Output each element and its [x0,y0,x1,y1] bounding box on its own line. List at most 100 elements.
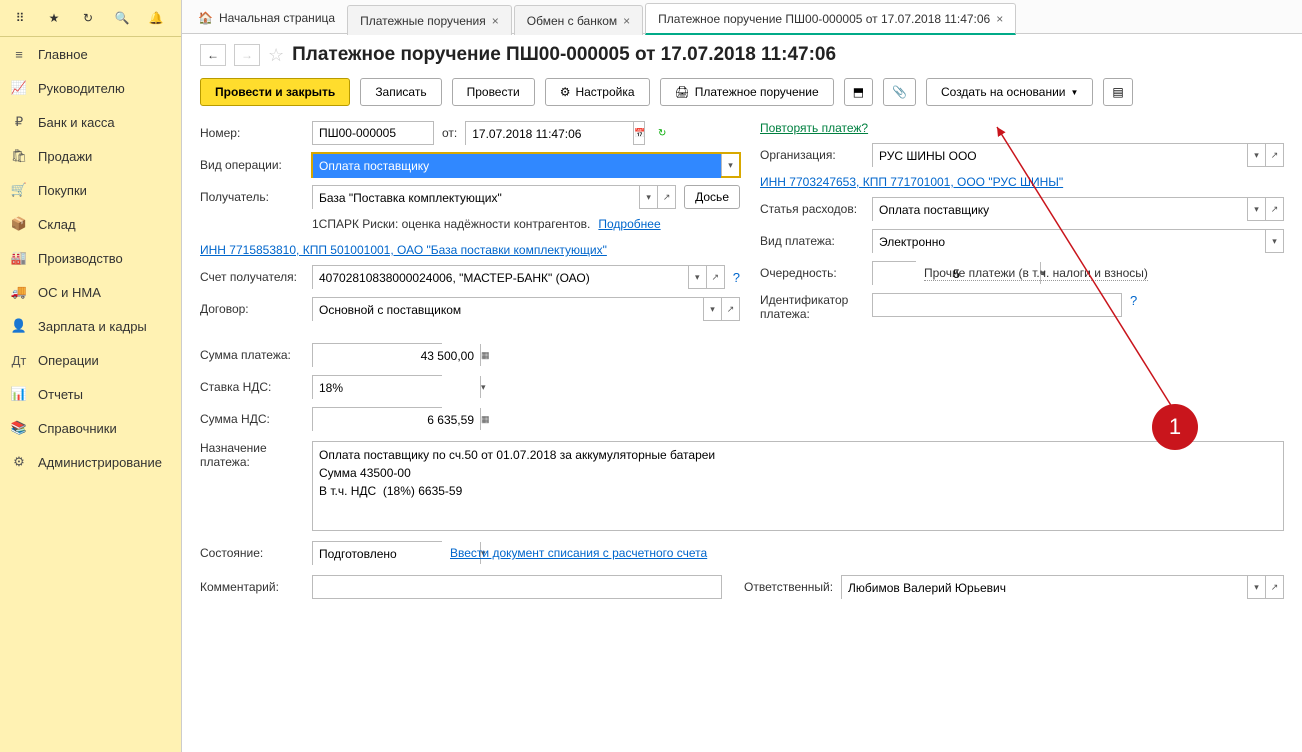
form-left-column: Номер: от: 📅 ↻ Вид операции: ▾ [200,121,740,431]
comment-input[interactable] [312,575,722,599]
tab-home[interactable]: 🏠 Начальная страница [186,2,347,33]
tab-2[interactable]: Платежное поручение ПШ00-000005 от 17.07… [645,3,1016,35]
help-icon[interactable]: ? [733,270,740,285]
chevron-down-icon[interactable]: ▾ [703,298,721,320]
chevron-down-icon[interactable]: ▾ [688,266,706,288]
sidebar-item-7[interactable]: 🚚ОС и НМА [0,275,181,309]
attach-button[interactable]: 📎 [883,78,916,106]
history-icon[interactable]: ↻ [72,6,104,30]
vat-rate-input[interactable] [313,376,480,400]
search-icon[interactable]: 🔍 [106,6,138,30]
contract-label: Договор: [200,302,304,316]
close-icon[interactable]: × [623,14,630,28]
help-icon[interactable]: ? [1130,293,1137,308]
tab-1[interactable]: Обмен с банком× [514,5,643,35]
repeat-payment-link[interactable]: Повторять платеж? [760,121,868,135]
op-type-label: Вид операции: [200,158,304,172]
sidebar-item-12[interactable]: ⚙Администрирование [0,445,181,479]
sidebar-item-3[interactable]: 🛍Продажи [0,139,181,173]
sidebar-item-11[interactable]: 📚Справочники [0,411,181,445]
close-icon[interactable]: × [996,12,1003,26]
recipient-label: Получатель: [200,190,304,204]
vat-sum-input[interactable] [313,408,480,432]
back-button[interactable]: ← [200,44,226,66]
sidebar-item-label: Банк и касса [38,115,115,130]
star-icon[interactable]: ★ [38,6,70,30]
sidebar-item-2[interactable]: ₽Банк и касса [0,105,181,139]
structure-button[interactable]: ⬒ [844,78,873,106]
org-input[interactable] [873,144,1247,168]
calculator-icon[interactable]: ▦ [480,408,490,430]
sidebar-item-label: Отчеты [38,387,83,402]
pay-type-input[interactable] [873,230,1265,254]
chevron-down-icon[interactable]: ▾ [1247,576,1265,598]
sidebar-item-6[interactable]: 🏭Производство [0,241,181,275]
recipient-input[interactable] [313,186,639,210]
gear-icon: ⚙ [560,85,571,99]
org-details-link[interactable]: ИНН 7703247653, КПП 771701001, ООО "РУС … [760,175,1063,189]
chevron-down-icon[interactable]: ▾ [480,376,486,398]
open-icon[interactable]: ↗ [1265,198,1283,220]
expense-input[interactable] [873,198,1247,222]
calculator-icon[interactable]: ▦ [480,344,490,366]
chevron-down-icon[interactable]: ▾ [1247,198,1265,220]
open-icon[interactable]: ↗ [1265,144,1283,166]
open-icon[interactable]: ↗ [706,266,724,288]
id-input[interactable] [872,293,1122,317]
sidebar-item-4[interactable]: 🛒Покупки [0,173,181,207]
refresh-date-icon[interactable]: ↻ [653,121,671,145]
recipient-details-link[interactable]: ИНН 7715853810, КПП 501001001, ОАО "База… [200,243,607,257]
account-label: Счет получателя: [200,270,304,284]
responsible-input[interactable] [842,576,1247,600]
open-icon[interactable]: ↗ [721,298,739,320]
dossier-button[interactable]: Досье [684,185,740,209]
save-button[interactable]: Записать [360,78,441,106]
sidebar-icon: ≡ [10,45,28,63]
print-button[interactable]: 🖨Платежное поручение [660,78,834,106]
sidebar-item-1[interactable]: 📈Руководителю [0,71,181,105]
content: ← → ☆ Платежное поручение ПШ00-000005 от… [182,34,1302,752]
report-button[interactable]: ▤ [1103,78,1132,106]
open-icon[interactable]: ↗ [1265,576,1283,598]
open-icon[interactable]: ↗ [657,186,675,208]
forward-button[interactable]: → [234,44,260,66]
close-icon[interactable]: × [492,14,499,28]
calendar-icon[interactable]: 📅 [633,122,645,144]
sidebar-item-10[interactable]: 📊Отчеты [0,377,181,411]
org-label: Организация: [760,148,864,162]
post-button[interactable]: Провести [452,78,535,106]
sidebar-item-8[interactable]: 👤Зарплата и кадры [0,309,181,343]
contract-input[interactable] [313,298,703,322]
apps-icon[interactable]: ⠿ [4,6,36,30]
spark-more-link[interactable]: Подробнее [598,217,660,231]
amount-input[interactable] [313,344,480,368]
account-input[interactable] [313,266,688,290]
sidebar-item-9[interactable]: ДтОперации [0,343,181,377]
create-based-button[interactable]: Создать на основании ▼ [926,78,1093,106]
chevron-down-icon[interactable]: ▾ [639,186,657,208]
favorite-star-icon[interactable]: ☆ [268,45,284,66]
sidebar-item-5[interactable]: 📦 Склад [0,207,181,241]
chevron-down-icon[interactable]: ▾ [1247,144,1265,166]
tab-home-label: Начальная страница [219,11,335,25]
op-type-input[interactable] [313,154,721,178]
number-input[interactable] [312,121,434,145]
sidebar-item-label: Склад [38,217,76,232]
sidebar-icon: 📈 [10,79,28,97]
sidebar-icon: 📦 [10,215,28,233]
sidebar-item-label: Администрирование [38,455,162,470]
toolbar: Провести и закрыть Записать Провести ⚙На… [200,78,1284,106]
purpose-textarea[interactable] [312,441,1284,531]
sidebar-item-0[interactable]: ≡Главное [0,37,181,71]
settings-button[interactable]: ⚙Настройка [545,78,650,106]
chevron-down-icon[interactable]: ▾ [721,154,739,176]
date-input[interactable] [466,122,633,146]
sidebar-icon: 🚚 [10,283,28,301]
home-icon: 🏠 [198,11,213,25]
chevron-down-icon[interactable]: ▾ [1265,230,1283,252]
status-link[interactable]: Ввести документ списания с расчетного сч… [450,546,707,560]
post-and-close-button[interactable]: Провести и закрыть [200,78,350,106]
bell-icon[interactable]: 🔔 [140,6,172,30]
status-label: Состояние: [200,546,304,560]
tab-0[interactable]: Платежные поручения× [347,5,512,35]
